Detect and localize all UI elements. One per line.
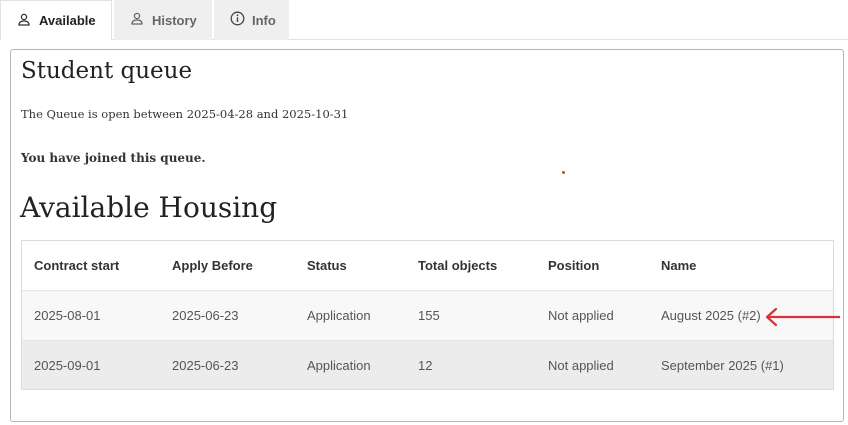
tab-available[interactable]: Available [0, 0, 112, 41]
tab-history[interactable]: History [114, 0, 212, 40]
queue-joined-text: You have joined this queue. [21, 151, 206, 165]
info-circle-icon [228, 11, 246, 29]
table-cell: 2025-06-23 [172, 308, 239, 323]
table-row[interactable]: 2025-09-01 2025-06-23 Application 12 Not… [22, 341, 833, 389]
column-header: Total objects [418, 258, 498, 273]
table-cell: Application [307, 357, 371, 373]
table-row[interactable]: 2025-08-01 2025-06-23 Application 155 No… [22, 291, 833, 341]
column-header: Contract start [34, 258, 120, 273]
queue-open-text: The Queue is open between 2025-04-28 and… [21, 107, 349, 121]
housing-title: Available Housing [20, 191, 278, 224]
tab-info-label: Info [252, 12, 276, 28]
stray-dot [562, 171, 565, 174]
table-cell: 2025-06-23 [172, 357, 239, 373]
person-icon [15, 13, 33, 29]
tab-info[interactable]: Info [214, 0, 289, 40]
queue-title: Student queue [21, 58, 193, 84]
table-cell: Not applied [548, 357, 614, 373]
table-cell: 2025-09-01 [34, 357, 101, 373]
column-header: Status [307, 258, 347, 273]
table-cell: 12 [418, 357, 433, 373]
column-header: Name [661, 258, 697, 273]
table-cell: 2025-08-01 [34, 308, 101, 323]
table-header-row: Contract start Apply Before Status Total… [22, 241, 833, 291]
queue-panel: Student queue The Queue is open between … [10, 49, 844, 422]
table-cell: September 2025 (#1) [661, 357, 784, 373]
table-cell: 155 [418, 308, 440, 323]
tab-bar: Available History Info [0, 0, 848, 41]
column-header: Position [548, 258, 600, 273]
tab-available-label: Available [39, 13, 96, 28]
table-cell: Not applied [548, 308, 614, 323]
tab-history-label: History [152, 12, 197, 28]
annotation-arrow [765, 307, 840, 327]
housing-table: Contract start Apply Before Status Total… [21, 240, 834, 390]
column-header: Apply Before [172, 258, 253, 273]
table-cell: Application [307, 308, 371, 323]
person-icon [128, 12, 146, 28]
